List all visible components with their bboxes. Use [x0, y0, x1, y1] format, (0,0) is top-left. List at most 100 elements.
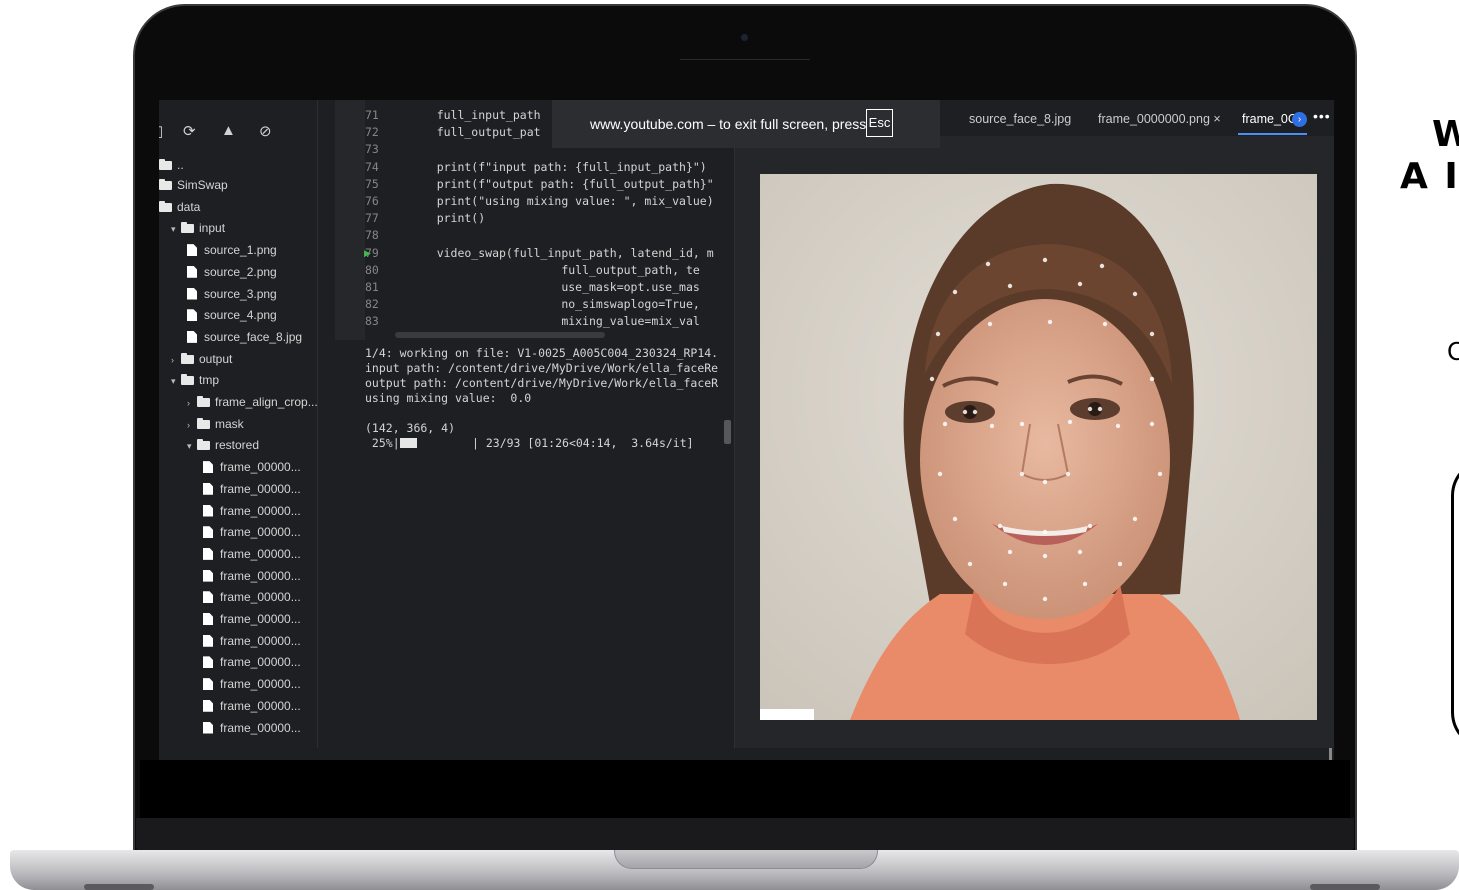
scroll-handle[interactable]	[1329, 748, 1332, 760]
tree-file[interactable]: frame_00000...	[203, 587, 301, 607]
tree-file[interactable]: frame_00000...	[203, 479, 301, 499]
tree-file[interactable]: source_4.png	[187, 305, 277, 325]
code-text: video_swap(full_input_path, latend_id, m	[409, 245, 714, 260]
tab-source-face[interactable]: source_face_8.jpg	[969, 112, 1071, 126]
face-landmark-image[interactable]	[760, 174, 1317, 720]
chevron-icon[interactable]: ▾	[171, 219, 181, 239]
tree-label: data	[177, 199, 201, 214]
more-icon[interactable]: •••	[1313, 108, 1331, 124]
landmark-dot	[942, 421, 948, 427]
landmark-dot	[1157, 471, 1163, 477]
landmark-dot	[937, 471, 943, 477]
file-icon	[203, 678, 213, 691]
tree-file[interactable]: frame_00000...	[203, 457, 301, 477]
tree-file[interactable]: frame_00000...	[203, 631, 301, 651]
line-number: 73	[365, 142, 379, 157]
tree-file[interactable]: frame_00000...	[203, 522, 301, 542]
output-spacer	[365, 406, 725, 421]
horizontal-scrollbar[interactable]	[395, 332, 605, 338]
tree-file[interactable]: source_1.png	[187, 240, 277, 260]
tree-file[interactable]: source_2.png	[187, 262, 277, 282]
tree-label: frame_00000...	[220, 612, 301, 626]
landmark-dot	[1115, 423, 1121, 429]
file-icon	[187, 309, 197, 322]
tree-file[interactable]: frame_00000...	[203, 544, 301, 564]
code-text: full_output_path, te	[409, 262, 700, 277]
output-line: using mixing value: 0.0	[365, 391, 532, 405]
chevron-icon[interactable]: ›	[187, 415, 197, 435]
tree-file[interactable]: frame_00000...	[203, 696, 301, 716]
slide-heading-line1: W	[1432, 114, 1459, 155]
esc-key[interactable]: Esc	[866, 109, 893, 137]
tree-folder[interactable]: data	[159, 197, 200, 217]
landmark-dot	[1002, 581, 1008, 587]
tree-folder[interactable]: ▾ restored	[187, 435, 259, 455]
folder-icon	[197, 396, 210, 407]
refresh-folder-icon[interactable]: ⟳	[183, 122, 196, 140]
close-icon[interactable]: ×	[1213, 112, 1220, 126]
line-number: 81	[365, 280, 379, 294]
tree-folder[interactable]: ▾ input	[171, 218, 225, 238]
progress-details: | 23/93 [01:26<04:14, 3.64s/it]	[416, 436, 694, 450]
landmark-dot	[1149, 376, 1155, 382]
chevron-icon[interactable]: ▾	[187, 436, 197, 456]
folder-icon	[159, 179, 172, 190]
tab-frame-png[interactable]: frame_0000000.png ×	[1098, 112, 1221, 126]
tree-label: frame_00000...	[220, 590, 301, 605]
line-number: 78	[365, 228, 379, 243]
file-icon	[187, 244, 197, 257]
tree-file[interactable]: frame_00000...	[203, 674, 301, 694]
tree-file[interactable]: frame_00000...	[203, 609, 301, 629]
output-line: 1/4: working on file: V1-0025_A005C004_2…	[365, 346, 719, 360]
laptop-foot-left	[84, 884, 154, 890]
chevron-icon[interactable]: ›	[187, 393, 197, 413]
tree-folder[interactable]: SimSwap	[159, 175, 228, 195]
landmark-dot	[1082, 581, 1088, 587]
notch-line	[680, 59, 810, 60]
upload-icon[interactable]: ▯	[159, 122, 163, 140]
vertical-scrollbar[interactable]	[724, 420, 731, 444]
cell-output: 1/4: working on file: V1-0025_A005C004_2…	[365, 346, 725, 451]
laptop-foot-right	[1310, 884, 1380, 890]
chevron-right-icon[interactable]: ›	[1292, 112, 1307, 127]
explorer-divider[interactable]	[317, 100, 318, 748]
tree-file[interactable]: source_3.png	[187, 284, 277, 304]
landmark-dot	[1149, 331, 1155, 337]
tab-frame-active[interactable]: frame_0C	[1242, 112, 1297, 126]
tree-folder[interactable]: › output	[171, 349, 232, 369]
tree-label: output	[199, 351, 233, 366]
tree-label: source_face_8.jpg	[204, 329, 303, 344]
landmark-dot	[1067, 419, 1073, 425]
output-line: input path: /content/drive/MyDrive/Work/…	[365, 361, 719, 375]
code-line: 78	[365, 227, 409, 244]
drive-icon[interactable]: ▲	[221, 122, 236, 139]
slide-outline-box	[1451, 458, 1459, 750]
tree-label: frame_00000...	[220, 546, 301, 561]
file-icon	[203, 504, 213, 517]
landmark-dot	[935, 331, 941, 337]
white-strip	[760, 709, 814, 720]
tree-file[interactable]: frame_00000...	[203, 566, 301, 586]
chevron-icon[interactable]: ▾	[171, 371, 181, 391]
tree-parent[interactable]: ..	[159, 155, 184, 175]
tree-label: frame_align_crop...	[215, 395, 318, 409]
tree-file[interactable]: source_face_8.jpg	[187, 327, 302, 347]
tree-folder[interactable]: ▾ tmp	[171, 370, 219, 390]
tree-file[interactable]: frame_00000...	[203, 652, 301, 672]
chevron-icon[interactable]: ›	[171, 350, 181, 370]
file-icon	[203, 461, 213, 474]
landmark-dot	[1042, 479, 1048, 485]
code-line: 81 use_mask=opt.use_mas	[365, 279, 700, 296]
tree-file[interactable]: frame_00000...	[203, 718, 301, 738]
code-text: full_input_path	[409, 108, 541, 122]
hide-icon[interactable]: ⊘	[259, 122, 272, 140]
line-number: 82	[365, 297, 379, 312]
tree-folder[interactable]: › mask	[187, 414, 244, 434]
line-number: 80	[365, 262, 379, 277]
landmark-dot	[1019, 421, 1025, 427]
line-number: 79	[365, 245, 379, 260]
tree-label: source_3.png	[204, 286, 277, 301]
tree-label: SimSwap	[177, 178, 228, 192]
tree-file[interactable]: frame_00000...	[203, 501, 301, 521]
tree-folder[interactable]: › frame_align_crop...	[187, 392, 318, 412]
